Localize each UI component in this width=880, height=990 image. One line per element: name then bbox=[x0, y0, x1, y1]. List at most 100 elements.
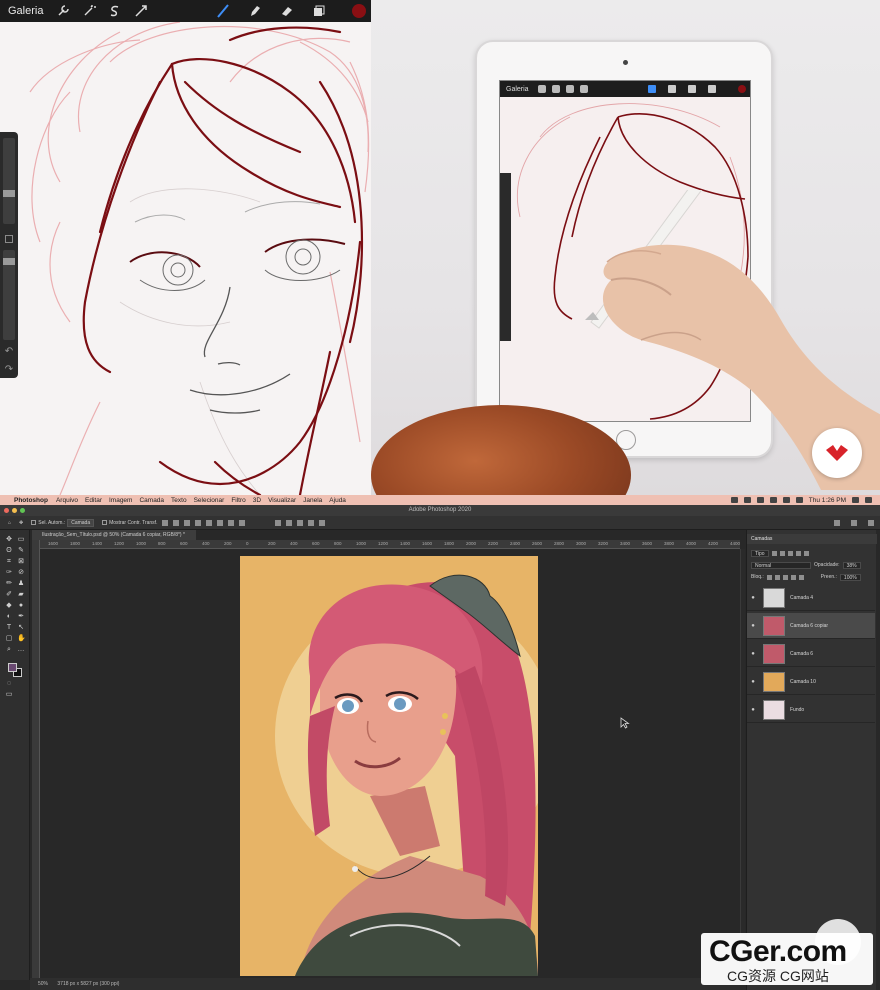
align-center-icon[interactable] bbox=[173, 519, 180, 526]
filter-adjust-icon[interactable] bbox=[779, 550, 785, 556]
brush-size-slider[interactable] bbox=[3, 138, 15, 224]
filter-pixel-icon[interactable] bbox=[771, 550, 777, 556]
blur-tool-icon[interactable]: ● bbox=[17, 602, 25, 610]
menu-texto[interactable]: Texto bbox=[171, 497, 187, 504]
menubar-clock[interactable]: Thu 1:26 PM bbox=[809, 497, 846, 504]
layers-icon[interactable] bbox=[312, 4, 326, 18]
menu-visualizar[interactable]: Visualizar bbox=[268, 497, 296, 504]
transform-icon[interactable] bbox=[134, 4, 148, 18]
magic-wand-icon[interactable] bbox=[82, 4, 96, 18]
flag-icon[interactable] bbox=[795, 497, 803, 503]
3d-scale-icon[interactable] bbox=[319, 519, 326, 526]
lock-pixels-icon[interactable] bbox=[766, 574, 772, 580]
move-tool-icon[interactable]: ✥ bbox=[19, 520, 23, 526]
close-window-button[interactable] bbox=[4, 508, 9, 513]
zoom-level[interactable]: 50% bbox=[38, 981, 48, 987]
document-tab[interactable]: Ilustração_Sem_Título.psd @ 50% (Camada … bbox=[32, 530, 196, 540]
menu-selecionar[interactable]: Selecionar bbox=[194, 497, 225, 504]
visibility-eye-icon[interactable]: ● bbox=[747, 679, 759, 685]
menu-app[interactable]: Photoshop bbox=[14, 497, 48, 504]
menu-filtro[interactable]: Filtro bbox=[231, 497, 245, 504]
layer-row[interactable]: ● Camada 10 bbox=[747, 669, 875, 695]
layer-filter-dropdown[interactable]: Tipo bbox=[751, 549, 769, 557]
menu-editar[interactable]: Editar bbox=[85, 497, 102, 504]
opacity-slider[interactable] bbox=[3, 250, 15, 340]
crop-tool-icon[interactable]: ⌗ bbox=[5, 558, 13, 566]
filter-smart-icon[interactable] bbox=[803, 550, 809, 556]
lasso-tool-icon[interactable]: ʘ bbox=[5, 547, 13, 555]
document-canvas[interactable] bbox=[240, 556, 538, 976]
ruler-tool-icon[interactable]: ⊘ bbox=[17, 569, 25, 577]
layer-row[interactable]: ● Camada 4 bbox=[747, 585, 875, 611]
wrench-icon[interactable] bbox=[56, 4, 70, 18]
gallery-button[interactable]: Galeria bbox=[0, 5, 44, 17]
lock-move-icon[interactable] bbox=[782, 574, 788, 580]
visibility-eye-icon[interactable]: ● bbox=[747, 707, 759, 713]
show-transform-checkbox[interactable] bbox=[102, 520, 108, 525]
lock-brush-icon[interactable] bbox=[774, 574, 780, 580]
modify-button[interactable] bbox=[5, 235, 13, 243]
shape-tool-icon[interactable]: ▢ bbox=[5, 635, 13, 643]
color-swatch[interactable] bbox=[352, 4, 366, 18]
brush-tool-icon[interactable]: ✏ bbox=[5, 580, 13, 588]
undo-icon[interactable]: ↶ bbox=[3, 346, 15, 358]
auto-select-dropdown[interactable]: Camada bbox=[67, 518, 95, 527]
selection-icon[interactable] bbox=[108, 4, 122, 18]
zoom-window-button[interactable] bbox=[20, 508, 25, 513]
align-top-icon[interactable] bbox=[195, 519, 202, 526]
screen-mode-icon[interactable]: ▭ bbox=[5, 691, 13, 699]
history-brush-icon[interactable]: ✐ bbox=[5, 591, 13, 599]
creative-cloud-icon[interactable] bbox=[730, 497, 738, 503]
stamp-tool-icon[interactable]: ♟ bbox=[17, 580, 25, 588]
more-options-icon[interactable] bbox=[239, 519, 246, 526]
battery-icon[interactable] bbox=[782, 497, 790, 503]
airplay-icon[interactable] bbox=[756, 497, 764, 503]
layer-row[interactable]: ● Fundo bbox=[747, 697, 875, 723]
visibility-eye-icon[interactable]: ● bbox=[747, 651, 759, 657]
menu-arquivo[interactable]: Arquivo bbox=[56, 497, 78, 504]
align-right-icon[interactable] bbox=[184, 519, 191, 526]
3d-pan-icon[interactable] bbox=[297, 519, 304, 526]
align-left-icon[interactable] bbox=[162, 519, 169, 526]
share-icon[interactable] bbox=[868, 519, 874, 526]
dodge-tool-icon[interactable]: ◐ bbox=[5, 613, 13, 621]
auto-select-checkbox[interactable] bbox=[31, 520, 37, 525]
artboard-tool-icon[interactable]: ▭ bbox=[17, 536, 25, 544]
lock-all-icon[interactable] bbox=[798, 574, 804, 580]
minimize-window-button[interactable] bbox=[12, 508, 17, 513]
menu-imagem[interactable]: Imagem bbox=[109, 497, 132, 504]
layers-tab[interactable]: Camadas bbox=[747, 534, 877, 544]
menu-janela[interactable]: Janela bbox=[303, 497, 322, 504]
menu-3d[interactable]: 3D bbox=[253, 497, 261, 504]
hand-tool-icon[interactable]: ✋ bbox=[17, 635, 26, 643]
home-icon[interactable]: ⌂ bbox=[8, 520, 11, 526]
sketch-canvas[interactable] bbox=[0, 22, 371, 495]
3d-orbit-icon[interactable] bbox=[275, 519, 282, 526]
opacity-input[interactable]: 38% bbox=[842, 561, 861, 569]
more-tools-icon[interactable]: … bbox=[17, 646, 25, 654]
opacity-thumb[interactable] bbox=[3, 258, 15, 265]
filter-shape-icon[interactable] bbox=[795, 550, 801, 556]
distribute-icon[interactable] bbox=[228, 519, 235, 526]
smudge-icon[interactable] bbox=[248, 4, 262, 18]
foreground-color-swatch[interactable] bbox=[8, 663, 17, 672]
search-icon[interactable] bbox=[834, 519, 840, 526]
canvas-scrollbar[interactable] bbox=[740, 549, 745, 978]
canvas-area[interactable] bbox=[40, 549, 740, 978]
align-middle-icon[interactable] bbox=[206, 519, 213, 526]
3d-slide-icon[interactable] bbox=[308, 519, 315, 526]
type-tool-icon[interactable]: T bbox=[5, 624, 13, 632]
spotlight-icon[interactable] bbox=[852, 497, 859, 503]
layer-row-selected[interactable]: ● Camada 6 copiar bbox=[747, 613, 875, 639]
menu-camada[interactable]: Camada bbox=[139, 497, 164, 504]
menu-list-icon[interactable] bbox=[865, 497, 872, 503]
workspace-icon[interactable] bbox=[851, 519, 857, 526]
zoom-tool-icon[interactable]: ⌕ bbox=[5, 646, 13, 654]
visibility-eye-icon[interactable]: ● bbox=[747, 595, 759, 601]
menu-ajuda[interactable]: Ajuda bbox=[329, 497, 346, 504]
move-tool-icon[interactable]: ✥ bbox=[5, 536, 13, 544]
wifi-icon[interactable] bbox=[769, 497, 777, 503]
visibility-eye-icon[interactable]: ● bbox=[747, 623, 759, 629]
redo-icon[interactable]: ↷ bbox=[3, 364, 15, 376]
lock-artboard-icon[interactable] bbox=[790, 574, 796, 580]
